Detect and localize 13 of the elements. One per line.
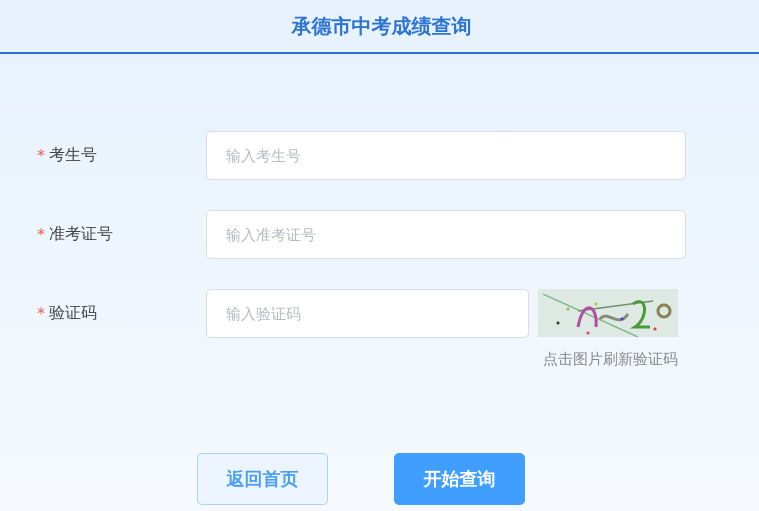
input-field[interactable]: 输入验证码 xyxy=(206,289,529,338)
page-title: 承德市中考成绩查询 xyxy=(292,12,472,40)
input-field[interactable]: 输入准考证号 xyxy=(206,210,686,259)
required-mark: * xyxy=(37,225,45,244)
field-label: 准考证号 xyxy=(49,224,113,245)
back-home-button[interactable]: 返回首页 xyxy=(197,453,328,505)
refresh-hint: 点击图片刷新验证码 xyxy=(543,350,678,369)
input-field[interactable]: 输入考生号 xyxy=(206,131,686,180)
field-label: 验证码 xyxy=(49,303,97,324)
search-button[interactable]: 开始查询 xyxy=(394,453,525,505)
field-label: 考生号 xyxy=(49,145,97,166)
required-mark: * xyxy=(37,146,45,165)
required-mark: * xyxy=(37,304,45,323)
